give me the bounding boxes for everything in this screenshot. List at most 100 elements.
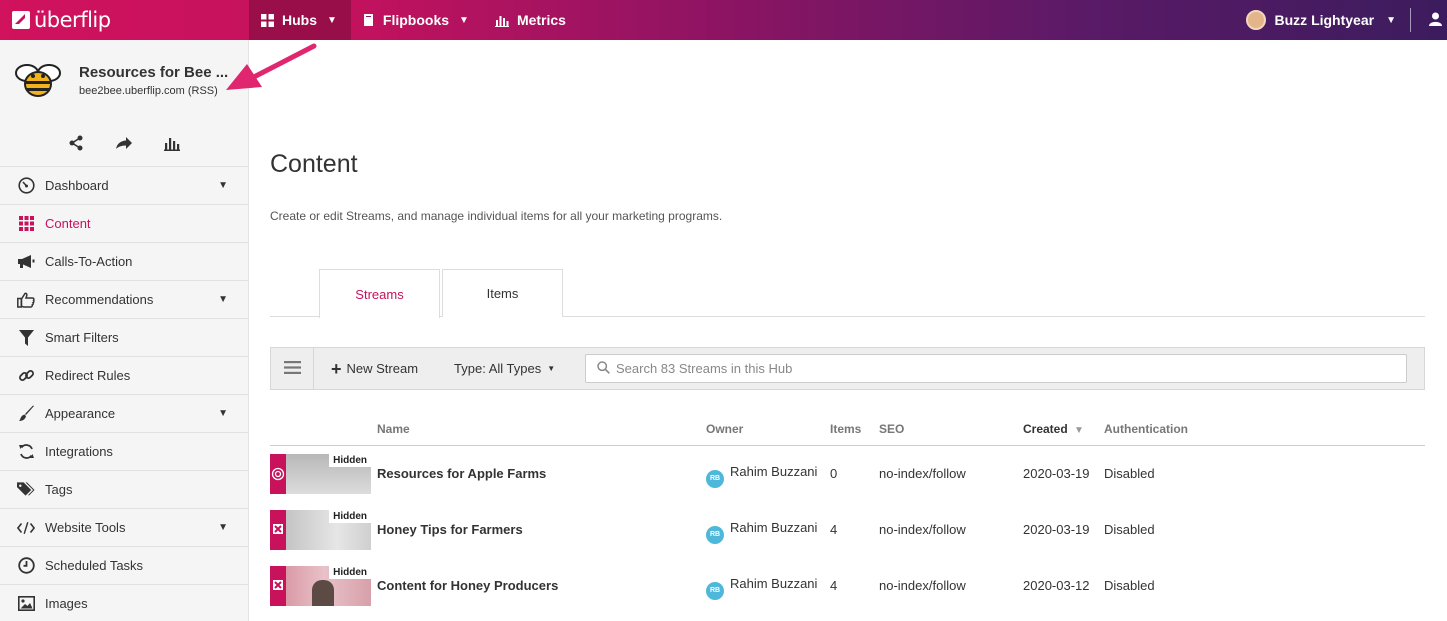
status-badge: Hidden: [329, 454, 371, 467]
code-icon: [17, 519, 35, 537]
content-tabs: Streams Items: [270, 269, 1425, 318]
megaphone-icon: [17, 253, 35, 271]
new-stream-label: New Stream: [346, 361, 419, 376]
user-menu[interactable]: Buzz Lightyear ▼: [1245, 0, 1410, 40]
owner-avatar: RB: [706, 581, 724, 600]
chevron-down-icon: ▼: [218, 180, 228, 191]
bee-logo-icon: [14, 61, 62, 99]
sidebar-item-calls-to-action[interactable]: Calls-To-Action: [0, 243, 248, 281]
sidebar-item-label: Appearance: [45, 406, 116, 421]
uberflip-logo-icon: [12, 11, 30, 29]
person-icon: [1428, 12, 1442, 29]
caret-down-icon: ▼: [547, 364, 556, 373]
book-icon: [363, 13, 375, 27]
owner-name: Rahim Buzzani: [730, 576, 818, 591]
sidebar-item-label: Images: [45, 596, 88, 611]
table-row[interactable]: Hidden Resources for Apple Farms RB Rahim…: [270, 446, 1425, 502]
stream-thumbnail: Hidden: [270, 566, 371, 606]
sync-icon: [17, 443, 35, 461]
sidebar-item-dashboard[interactable]: Dashboard ▼: [0, 167, 248, 205]
nav-flipbooks[interactable]: Flipbooks ▼: [351, 0, 483, 40]
forward-arrow-icon[interactable]: [115, 136, 133, 150]
sidebar-item-recommendations[interactable]: Recommendations ▼: [0, 281, 248, 319]
filter-icon: [17, 329, 35, 347]
sidebar-item-label: Recommendations: [45, 292, 154, 307]
bar-chart-icon: [494, 14, 509, 27]
sidebar-item-website-tools[interactable]: Website Tools ▼: [0, 509, 248, 547]
stream-created: 2020-03-19: [1023, 466, 1090, 481]
sidebar-item-appearance[interactable]: Appearance ▼: [0, 395, 248, 433]
hub-domain: bee2bee.uberflip.com (RSS): [79, 84, 218, 97]
hamburger-icon: [283, 360, 301, 377]
stream-name[interactable]: Resources for Apple Farms: [377, 466, 546, 481]
chevron-down-icon: ▼: [327, 14, 337, 26]
brush-icon: [17, 405, 35, 423]
sidebar-item-redirect-rules[interactable]: Redirect Rules: [0, 357, 248, 395]
page-title: Content: [270, 150, 358, 178]
stream-authentication: Disabled: [1104, 578, 1155, 593]
sidebar-item-label: Website Tools: [45, 520, 126, 535]
column-header-name[interactable]: Name: [377, 422, 410, 436]
stream-name[interactable]: Honey Tips for Farmers: [377, 522, 523, 537]
nav-hubs[interactable]: Hubs ▼: [249, 0, 351, 40]
bar-chart-icon[interactable]: [163, 136, 181, 151]
hub-quick-actions: [0, 120, 248, 166]
owner-name: Rahim Buzzani: [730, 464, 818, 479]
grid-icon: [261, 13, 274, 27]
column-header-created-label: Created: [1023, 422, 1068, 436]
image-icon: [17, 595, 35, 613]
page-description: Create or edit Streams, and manage indiv…: [270, 209, 723, 223]
owner-name: Rahim Buzzani: [730, 520, 818, 535]
status-badge: Hidden: [329, 510, 371, 523]
menu-toggle-button[interactable]: [271, 348, 314, 389]
table-row[interactable]: Hidden Content for Honey Producers RB Rah…: [270, 558, 1425, 614]
sidebar-item-smart-filters[interactable]: Smart Filters: [0, 319, 248, 357]
share-icon[interactable]: [67, 135, 85, 151]
divider: [1410, 8, 1411, 32]
tab-streams[interactable]: Streams: [319, 269, 440, 318]
column-header-items[interactable]: Items: [830, 422, 861, 436]
nav-metrics[interactable]: Metrics: [483, 0, 580, 40]
stream-name[interactable]: Content for Honey Producers: [377, 578, 558, 593]
sidebar-item-label: Smart Filters: [45, 330, 119, 345]
column-header-created[interactable]: Created ▼: [1023, 422, 1084, 436]
sidebar-item-images[interactable]: Images: [0, 585, 248, 621]
stream-owner: RB Rahim Buzzani: [706, 520, 817, 544]
column-header-seo[interactable]: SEO: [879, 422, 904, 436]
tab-items[interactable]: Items: [442, 269, 563, 317]
account-button[interactable]: [1423, 0, 1447, 40]
avatar: [1245, 10, 1266, 30]
stream-seo: no-index/follow: [879, 466, 966, 481]
link-icon: [17, 367, 35, 385]
search-input[interactable]: [616, 361, 1376, 376]
stream-thumbnail: Hidden: [270, 510, 371, 550]
chevron-down-icon: ▼: [1386, 14, 1396, 26]
column-header-authentication[interactable]: Authentication: [1104, 422, 1188, 436]
nav-flipbooks-label: Flipbooks: [382, 12, 450, 28]
column-header-owner[interactable]: Owner: [706, 422, 743, 436]
stream-seo: no-index/follow: [879, 578, 966, 593]
stream-item-count: 0: [830, 466, 838, 481]
sidebar-item-label: Tags: [45, 482, 73, 497]
sidebar-item-label: Calls-To-Action: [45, 254, 133, 269]
sidebar-item-integrations[interactable]: Integrations: [0, 433, 248, 471]
annotation-arrow-icon: [226, 43, 317, 90]
grid-icon: [17, 215, 35, 233]
stream-item-count: 4: [830, 578, 838, 593]
sort-desc-icon: ▼: [1074, 425, 1084, 436]
hub-header: Resources for Bee ... bee2bee.uberflip.c…: [0, 40, 248, 120]
hub-name[interactable]: Resources for Bee ...: [79, 64, 228, 81]
table-row[interactable]: Hidden Honey Tips for Farmers RB Rahim Bu…: [270, 502, 1425, 558]
uberflip-logo[interactable]: überflip: [0, 0, 249, 40]
type-filter-dropdown[interactable]: Type: All Types ▼: [454, 361, 555, 376]
sidebar-item-tags[interactable]: Tags: [0, 471, 248, 509]
sidebar-item-content[interactable]: Content: [0, 205, 248, 243]
sidebar-item-label: Content: [45, 216, 91, 231]
stream-created: 2020-03-19: [1023, 522, 1090, 537]
plus-icon: +: [331, 358, 342, 379]
sidebar-item-scheduled-tasks[interactable]: Scheduled Tasks: [0, 547, 248, 585]
new-stream-button[interactable]: + New Stream: [331, 360, 418, 378]
search-icon: [597, 360, 610, 377]
sidebar-menu: Dashboard ▼ Content Calls-To-Action Reco…: [0, 166, 248, 621]
user-name: Buzz Lightyear: [1274, 12, 1375, 28]
